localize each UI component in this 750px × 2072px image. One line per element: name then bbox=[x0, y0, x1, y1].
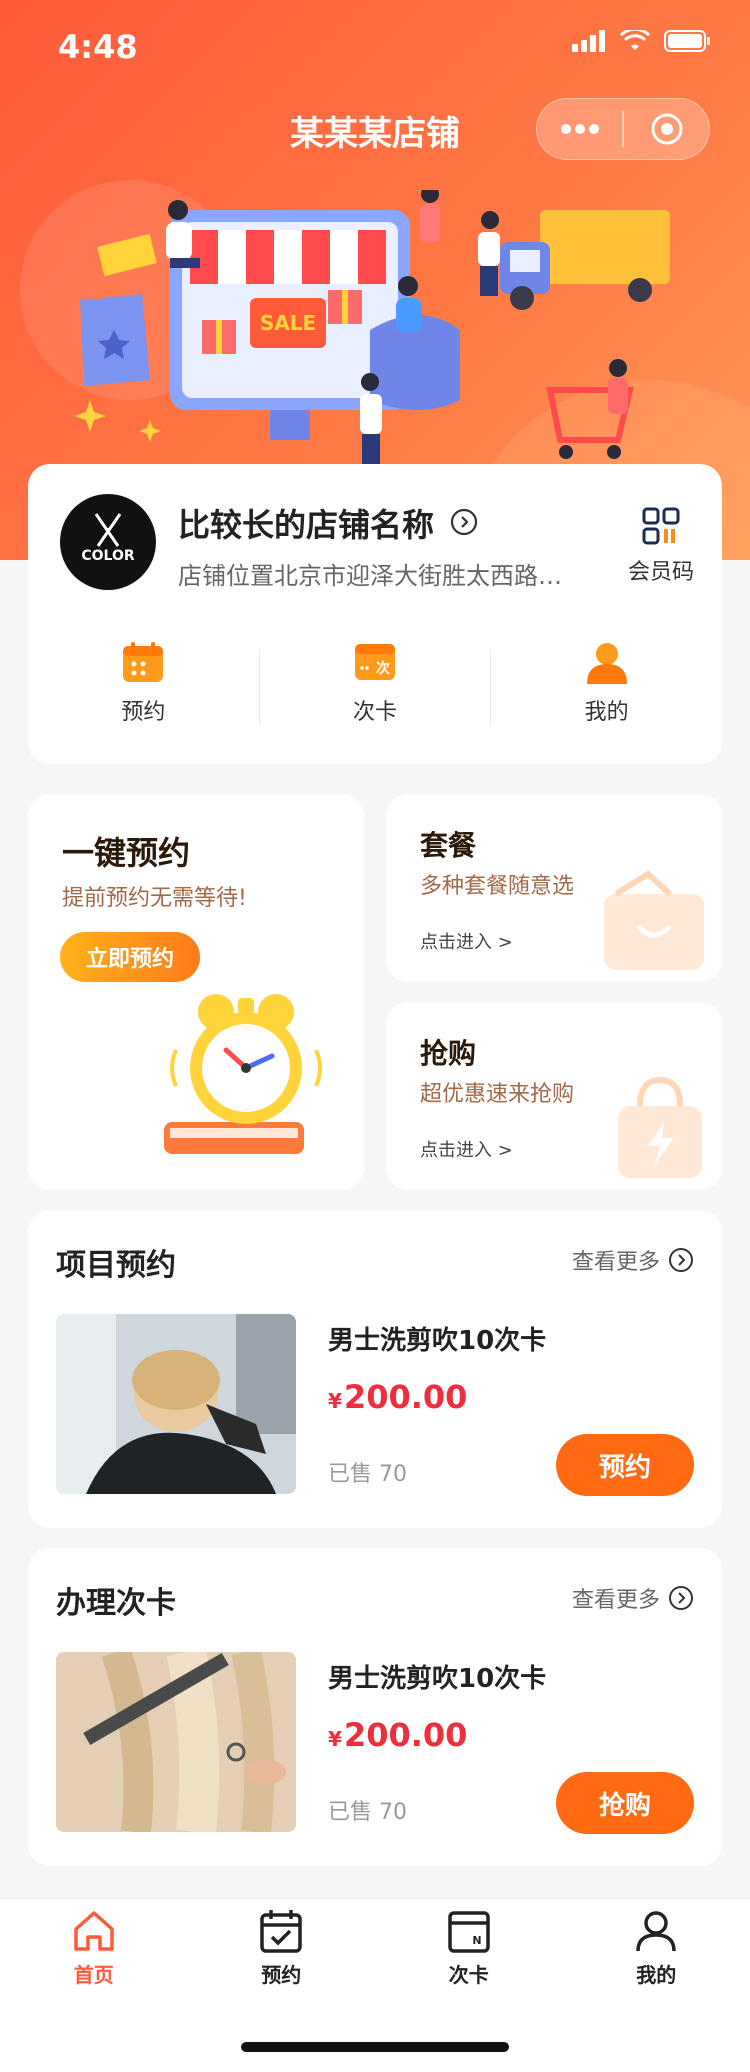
service-booking-section: 项目预约 查看更多 男士洗剪吹10次卡 ¥200.00 已售 70 预约 bbox=[28, 1210, 722, 1528]
tab-label: 预约 bbox=[261, 1963, 302, 1987]
view-more-link[interactable]: 查看更多 bbox=[572, 1244, 694, 1276]
view-more-label: 查看更多 bbox=[571, 1588, 660, 1613]
calendar-icon bbox=[123, 642, 164, 682]
product-image[interactable] bbox=[56, 1314, 296, 1494]
tab-card[interactable]: N 次卡 bbox=[375, 1907, 563, 1999]
booking-promo-subtitle: 提前预约无需等待! bbox=[62, 886, 247, 911]
chevron-right-circle-icon bbox=[669, 1586, 693, 1610]
quick-action-label: 预约 bbox=[121, 700, 166, 725]
more-button[interactable] bbox=[537, 99, 622, 159]
book-button[interactable]: 预约 bbox=[556, 1434, 694, 1496]
svg-text:N: N bbox=[472, 1934, 481, 1947]
tab-label: 我的 bbox=[636, 1963, 677, 1987]
home-indicator bbox=[241, 2042, 509, 2052]
tab-label: 首页 bbox=[73, 1963, 114, 1987]
product-image[interactable] bbox=[56, 1652, 296, 1832]
more-dots-icon bbox=[560, 124, 599, 134]
hair-comb-photo bbox=[56, 1652, 296, 1832]
qrcode-icon bbox=[642, 507, 680, 545]
wallet-icon bbox=[604, 870, 704, 970]
store-info-card: COLOR 比较长的店铺名称 店铺位置北京市迎泽大街胜太西路… 会员码 预约 次… bbox=[28, 464, 722, 764]
tab-label: 次卡 bbox=[448, 1963, 489, 1987]
quick-action-label: 次卡 bbox=[353, 700, 398, 725]
flash-promo-subtitle: 超优惠速来抢购 bbox=[420, 1082, 575, 1107]
status-bar: 4:48 bbox=[0, 0, 750, 88]
quick-action-label: 我的 bbox=[584, 700, 629, 725]
shopping-illustration: SALE bbox=[74, 190, 670, 470]
shopping-bag-icon bbox=[618, 1076, 702, 1178]
signal-icon bbox=[572, 30, 605, 52]
flash-enter-link[interactable]: 点击进入 > bbox=[420, 1136, 513, 1162]
quick-action-mine[interactable]: 我的 bbox=[491, 640, 722, 744]
tab-home[interactable]: 首页 bbox=[0, 1907, 188, 1999]
svg-text:次: 次 bbox=[376, 660, 390, 677]
booking-promo-card[interactable]: 一键预约 提前预约无需等待! 立即预约 bbox=[28, 794, 364, 1190]
svg-text:COLOR: COLOR bbox=[81, 548, 134, 564]
quick-action-card[interactable]: 次 次卡 bbox=[260, 640, 491, 744]
scissors-logo-icon: COLOR bbox=[81, 513, 135, 564]
user-icon bbox=[586, 643, 627, 684]
store-logo: COLOR bbox=[60, 494, 156, 590]
product-name[interactable]: 男士洗剪吹10次卡 bbox=[328, 1658, 546, 1695]
card-icon: N bbox=[448, 1911, 490, 1953]
svg-text:SALE: SALE bbox=[260, 311, 316, 335]
bottom-tab-bar: 首页 预约 N 次卡 我的 bbox=[0, 1898, 750, 2072]
status-time: 4:48 bbox=[58, 28, 138, 66]
package-enter-link[interactable]: 点击进入 > bbox=[420, 928, 513, 954]
chevron-right-circle-icon[interactable] bbox=[450, 508, 478, 536]
chevron-right-circle-icon bbox=[669, 1248, 693, 1272]
sold-count: 已售 70 bbox=[328, 1800, 407, 1825]
card-icon: 次 bbox=[355, 644, 395, 680]
product-price: ¥200.00 bbox=[328, 1378, 468, 1416]
view-more-link[interactable]: 查看更多 bbox=[572, 1582, 694, 1614]
package-promo-subtitle: 多种套餐随意选 bbox=[420, 874, 575, 899]
member-code-label: 会员码 bbox=[627, 560, 694, 585]
target-icon bbox=[651, 113, 682, 145]
flash-promo-title: 抢购 bbox=[420, 1037, 477, 1070]
package-promo-card[interactable]: 套餐 多种套餐随意选 点击进入 > bbox=[386, 794, 722, 982]
home-icon bbox=[74, 1911, 114, 1951]
mini-program-capsule bbox=[536, 98, 710, 160]
member-code-button[interactable]: 会员码 bbox=[628, 506, 694, 586]
user-icon bbox=[636, 1911, 676, 1952]
quick-action-booking[interactable]: 预约 bbox=[28, 640, 259, 744]
punch-card-section: 办理次卡 查看更多 男士洗剪吹10次卡 ¥200.00 已售 70 抢购 bbox=[28, 1548, 722, 1866]
alarm-clock-icon bbox=[164, 994, 322, 1154]
product-name[interactable]: 男士洗剪吹10次卡 bbox=[328, 1320, 546, 1357]
book-now-button[interactable]: 立即预约 bbox=[60, 932, 200, 982]
tab-mine[interactable]: 我的 bbox=[563, 1907, 750, 1999]
view-more-label: 查看更多 bbox=[571, 1250, 660, 1275]
tab-booking[interactable]: 预约 bbox=[188, 1907, 376, 1999]
booking-promo-title: 一键预约 bbox=[62, 834, 191, 872]
section-title: 项目预约 bbox=[56, 1248, 176, 1283]
battery-icon bbox=[664, 30, 710, 52]
package-promo-title: 套餐 bbox=[420, 829, 477, 862]
product-price: ¥200.00 bbox=[328, 1716, 468, 1754]
close-mini-program-button[interactable] bbox=[624, 99, 709, 159]
wifi-icon bbox=[620, 30, 650, 50]
calendar-check-icon bbox=[260, 1910, 302, 1953]
haircut-photo bbox=[56, 1314, 296, 1494]
store-address: 店铺位置北京市迎泽大街胜太西路… bbox=[178, 562, 562, 590]
section-title: 办理次卡 bbox=[56, 1586, 176, 1621]
flash-sale-promo-card[interactable]: 抢购 超优惠速来抢购 点击进入 > bbox=[386, 1002, 722, 1190]
sold-count: 已售 70 bbox=[328, 1462, 407, 1487]
buy-button[interactable]: 抢购 bbox=[556, 1772, 694, 1834]
store-name[interactable]: 比较长的店铺名称 bbox=[178, 500, 434, 546]
quick-actions: 预约 次 次卡 我的 bbox=[28, 640, 722, 744]
